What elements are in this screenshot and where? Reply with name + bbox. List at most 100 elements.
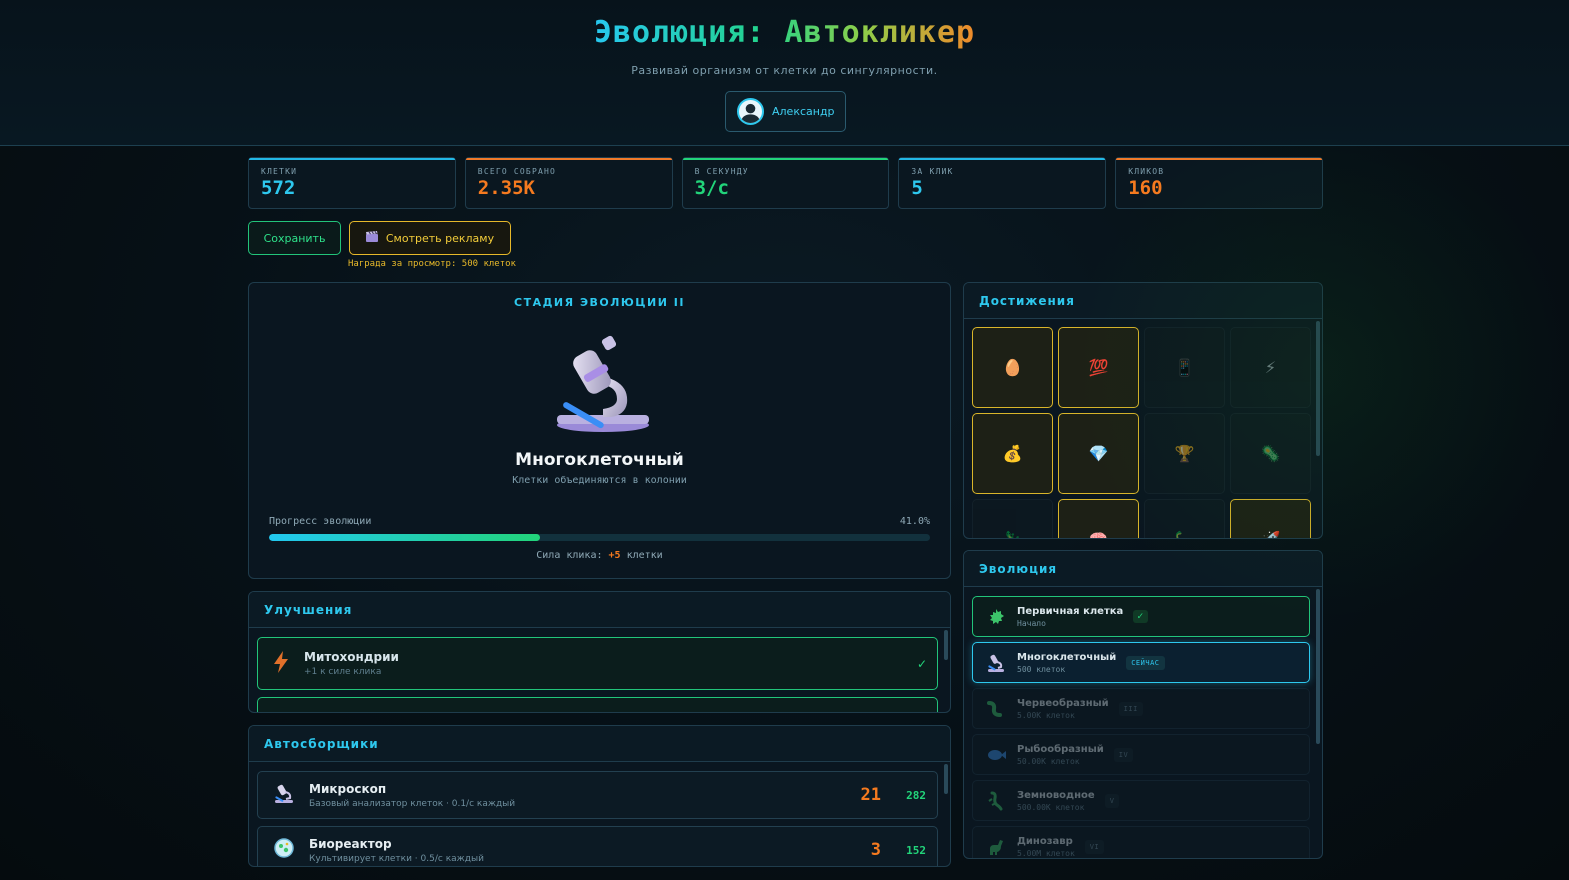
evolution-badge: V [1104,793,1120,808]
bioreactor-icon [273,837,295,863]
evolution-text: Первичная клетка Начало [1017,606,1123,628]
cell-icon [985,606,1007,628]
stat-clicks: Кликов 160 [1115,157,1323,209]
evolution-requirement: 500 клеток [1017,664,1066,674]
lightning-icon [273,650,289,677]
achievements-scrollbar[interactable] [1316,321,1320,456]
stat-label: В секунду [694,167,749,176]
achievement-icon: 🦎 [1003,530,1023,538]
upgrade-item-mitochondria[interactable]: Митохондрии +1 к силе клика ✓ [257,637,938,690]
progress-row: Прогресс эволюции 41.0% [269,516,930,527]
autocollector-cost: 152 [906,843,926,857]
evolution-requirement: 50.00K клеток [1017,756,1080,766]
evolution-text: Рыбообразный 50.00K клеток [1017,744,1104,766]
achievement-7[interactable]: 🦠 [1230,413,1311,494]
evolution-requirement: 5.00M клеток [1017,848,1075,858]
upgrade-item-next[interactable] [257,697,938,712]
evolution-stage-5[interactable]: Динозавр 5.00M клеток VI [972,826,1310,858]
evolution-stage-4[interactable]: Земноводное 500.00K клеток V [972,780,1310,821]
evolution-stage-3[interactable]: Рыбообразный 50.00K клеток IV [972,734,1310,775]
achievement-icon: 📱 [1174,358,1195,377]
stat-value: 3/с [694,177,729,199]
ad-reward-note: Награда за просмотр: 500 клеток [348,259,516,269]
stat-value: 160 [1128,177,1163,199]
evolution-badge: III [1118,701,1143,716]
evolution-badge: ✓ [1133,610,1148,623]
autocollector-count: 21 [860,785,881,805]
stat-value: 5 [911,177,923,199]
evolution-requirement: 500.00K клеток [1017,802,1085,812]
achievement-3[interactable]: ⚡ [1230,327,1311,408]
lizard-icon [985,790,1007,812]
stat-label: Всего собрано [477,167,557,176]
achievement-icon: ⚡ [1264,358,1277,377]
evolution-name: Рыбообразный [1017,743,1104,755]
evolution-stage-2[interactable]: Червеобразный 5.00K клеток III [972,688,1310,729]
achievement-icon: 🥚 [1002,358,1023,377]
click-power-unit: клетки [620,550,663,561]
evolution-name: Земноводное [1017,789,1095,801]
evolution-scrollbar[interactable] [1316,589,1320,744]
stat-value: 2.35K [477,177,535,199]
click-power-value: +5 [608,550,621,561]
evolution-panel: Эволюция Первичная клетка Начало ✓ Многокле… [963,550,1323,859]
save-button[interactable]: Сохранить [248,221,341,255]
avatar-icon [737,98,764,125]
autocollector-count: 3 [870,840,881,860]
autocollector-bioreactor[interactable]: Биореактор Культивирует клетки · 0.5/с к… [257,826,938,866]
user-name: Александр [772,105,835,118]
achievement-0[interactable]: 🥚 [972,327,1053,408]
autocollector-name: Микроскоп [309,781,387,796]
achievement-5[interactable]: 💎 [1058,413,1139,494]
achievement-4[interactable]: 💰 [972,413,1053,494]
dinosaur-icon [985,836,1007,858]
achievement-11[interactable]: 🚀 [1230,499,1311,538]
achievement-icon: 🚀 [1261,530,1281,538]
watch-ad-button[interactable]: Смотреть рекламу [349,221,511,255]
upgrades-scrollbar[interactable] [944,630,948,660]
stat-per-second: В секунду 3/с [681,157,890,209]
autocollectors-scrollbar[interactable] [944,764,948,794]
check-icon: ✓ [916,656,927,671]
autocollector-name: Биореактор [309,836,392,851]
evolution-name: Первичная клетка [1017,605,1124,617]
evolution-stage-0[interactable]: Первичная клетка Начало ✓ [972,596,1310,637]
achievement-8[interactable]: 🦎 [972,499,1053,538]
evolution-requirement: 5.00K клеток [1017,710,1075,720]
game-subtitle: Развивай организм от клетки до сингулярн… [631,64,938,77]
stat-total: Всего собрано 2.35K [464,157,673,209]
click-power: Сила клика: +5 клетки [249,550,950,561]
stage-description: Клетки объединяются в колонии [512,475,687,486]
evolution-stage-1[interactable]: Многоклеточный 500 клеток СЕЙЧАС [972,642,1310,683]
stat-label: За клик [911,167,954,176]
autocollectors-panel: Автосборщики Микроскоп Базовый анализато… [248,725,951,867]
autocollector-desc: Культивирует клетки · 0.5/с каждый [309,853,484,864]
achievement-icon: 🧠 [1089,530,1109,538]
achievement-1[interactable]: 💯 [1058,327,1139,408]
progress-bar [269,534,930,541]
evolution-name: Динозавр [1017,835,1073,847]
stage-name: Многоклеточный [515,450,684,470]
fish-icon [985,744,1007,766]
evolution-title: Эволюция [964,551,1322,587]
upgrade-desc: +1 к силе клика [304,667,382,677]
worm-icon [985,698,1007,720]
evolution-name: Червеобразный [1017,697,1109,709]
achievement-6[interactable]: 🏆 [1144,413,1225,494]
microscope-icon[interactable] [545,325,655,435]
achievement-10[interactable]: 🦕 [1144,499,1225,538]
achievement-icon: 🦕 [1175,530,1195,538]
evolution-stage-panel: СТАДИЯ ЭВОЛЮЦИИ II Многоклеточный Клетки… [248,282,951,579]
upgrades-panel: Улучшения Митохондрии +1 к силе клика ✓ [248,591,951,713]
achievement-icon: 🦠 [1260,444,1281,463]
autocollector-microscope[interactable]: Микроскоп Базовый анализатор клеток · 0.… [257,771,938,819]
stat-value: 572 [261,177,296,199]
evolution-text: Червеобразный 5.00K клеток [1017,698,1109,720]
achievement-9[interactable]: 🧠 [1058,499,1139,538]
user-profile-button[interactable]: Александр [725,91,846,132]
stat-label: Клетки [261,167,298,176]
evolution-badge: СЕЙЧАС [1126,655,1165,670]
achievement-2[interactable]: 📱 [1144,327,1225,408]
progress-percent: 41.0% [899,516,930,527]
evolution-requirement: Начало [1017,618,1046,628]
